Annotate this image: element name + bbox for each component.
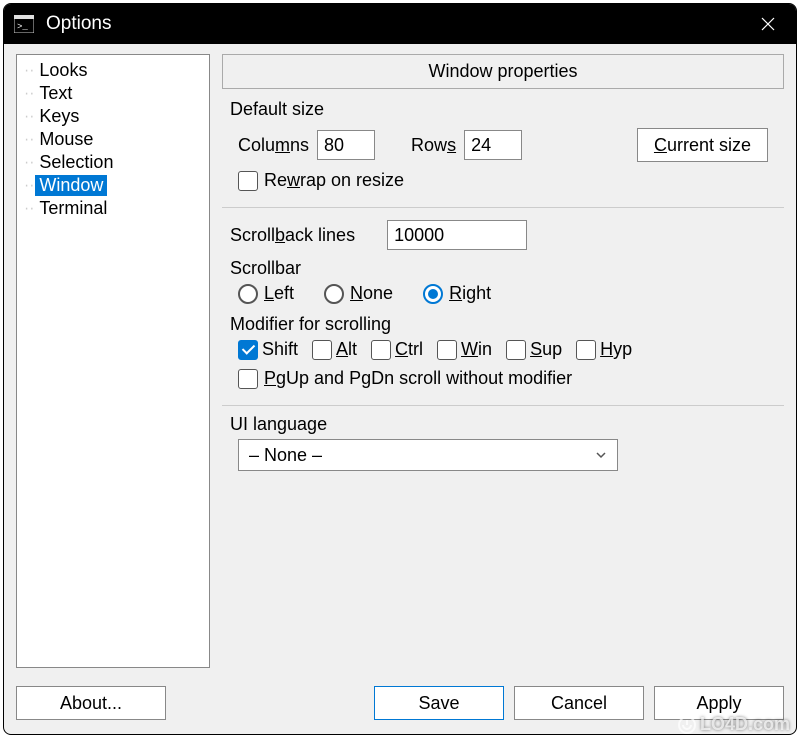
mod-shift-checkbox[interactable] — [238, 340, 258, 360]
separator — [222, 405, 784, 406]
current-size-button[interactable]: Current size — [637, 128, 768, 162]
mod-sup-label: Sup — [530, 339, 562, 360]
options-window: >_ Options ·· Looks ·· Text ·· Keys — [3, 3, 797, 735]
tree-item-selection[interactable]: ·· Selection — [19, 151, 207, 174]
window-title: Options — [46, 13, 744, 35]
mod-hyp-checkbox[interactable] — [576, 340, 596, 360]
scrollbar-right-label: Right — [449, 283, 491, 304]
tree-label: Terminal — [35, 198, 111, 219]
tree-connector-icon: ·· — [23, 156, 33, 170]
close-button[interactable] — [744, 4, 792, 44]
default-size-label: Default size — [230, 99, 776, 120]
tree-connector-icon: ·· — [23, 87, 33, 101]
columns-input[interactable] — [317, 130, 375, 160]
settings-panel: Window properties Default size Columns R… — [222, 54, 784, 680]
tree-connector-icon: ·· — [23, 133, 33, 147]
scrollback-lines-label: Scrollback lines — [230, 225, 355, 246]
cancel-button[interactable]: Cancel — [514, 686, 644, 720]
tree-connector-icon: ·· — [23, 179, 33, 193]
scrollbar-label: Scrollbar — [230, 258, 776, 279]
panel-title: Window properties — [222, 54, 784, 89]
chevron-down-icon — [595, 449, 607, 461]
about-button[interactable]: About... — [16, 686, 166, 720]
tree-connector-icon: ·· — [23, 110, 33, 124]
scrollbar-none-label: None — [350, 283, 393, 304]
rewrap-label: Rewrap on resize — [264, 170, 404, 191]
tree-item-window[interactable]: ·· Window — [19, 174, 207, 197]
rewrap-checkbox[interactable] — [238, 171, 258, 191]
tree-connector-icon: ·· — [23, 202, 33, 216]
default-size-group: Default size Columns Rows Current size R… — [222, 95, 784, 203]
ui-language-value: – None – — [249, 445, 322, 466]
ui-language-group: UI language – None – — [222, 410, 784, 483]
tree-item-keys[interactable]: ·· Keys — [19, 105, 207, 128]
mod-shift-label: Shift — [262, 339, 298, 360]
separator — [222, 207, 784, 208]
tree-label: Selection — [35, 152, 117, 173]
rows-input[interactable] — [464, 130, 522, 160]
titlebar: >_ Options — [4, 4, 796, 44]
category-tree[interactable]: ·· Looks ·· Text ·· Keys ·· Mouse ·· Sel… — [16, 54, 210, 668]
columns-label: Columns — [238, 135, 309, 156]
app-icon: >_ — [12, 12, 36, 36]
scrollbar-left-label: Left — [264, 283, 294, 304]
mod-win-label: Win — [461, 339, 492, 360]
footer: About... Save Cancel Apply — [4, 680, 796, 734]
tree-item-text[interactable]: ·· Text — [19, 82, 207, 105]
close-icon — [761, 17, 775, 31]
tree-item-terminal[interactable]: ·· Terminal — [19, 197, 207, 220]
tree-label: Keys — [35, 106, 83, 127]
ui-language-dropdown[interactable]: – None – — [238, 439, 618, 471]
mod-alt-checkbox[interactable] — [312, 340, 332, 360]
scrollbar-right-radio[interactable] — [423, 284, 443, 304]
tree-item-looks[interactable]: ·· Looks — [19, 59, 207, 82]
scrollback-group: Scrollback lines Scrollbar Left None — [222, 212, 784, 401]
scrollback-lines-input[interactable] — [387, 220, 527, 250]
modifier-label: Modifier for scrolling — [230, 314, 776, 335]
mod-ctrl-checkbox[interactable] — [371, 340, 391, 360]
tree-label: Text — [35, 83, 76, 104]
content-area: ·· Looks ·· Text ·· Keys ·· Mouse ·· Sel… — [4, 44, 796, 680]
mod-win-checkbox[interactable] — [437, 340, 457, 360]
mod-alt-label: Alt — [336, 339, 357, 360]
pgup-pgdn-checkbox[interactable] — [238, 369, 258, 389]
mod-sup-checkbox[interactable] — [506, 340, 526, 360]
mod-ctrl-label: Ctrl — [395, 339, 423, 360]
apply-button[interactable]: Apply — [654, 686, 784, 720]
ui-language-label: UI language — [230, 414, 776, 435]
scrollbar-none-radio[interactable] — [324, 284, 344, 304]
tree-label: Looks — [35, 60, 91, 81]
tree-label: Window — [35, 175, 107, 196]
mod-hyp-label: Hyp — [600, 339, 632, 360]
svg-text:>_: >_ — [17, 22, 28, 32]
tree-connector-icon: ·· — [23, 64, 33, 78]
pgup-pgdn-label: PgUp and PgDn scroll without modifier — [264, 368, 572, 389]
scrollbar-left-radio[interactable] — [238, 284, 258, 304]
rows-label: Rows — [411, 135, 456, 156]
tree-label: Mouse — [35, 129, 97, 150]
save-button[interactable]: Save — [374, 686, 504, 720]
tree-item-mouse[interactable]: ·· Mouse — [19, 128, 207, 151]
